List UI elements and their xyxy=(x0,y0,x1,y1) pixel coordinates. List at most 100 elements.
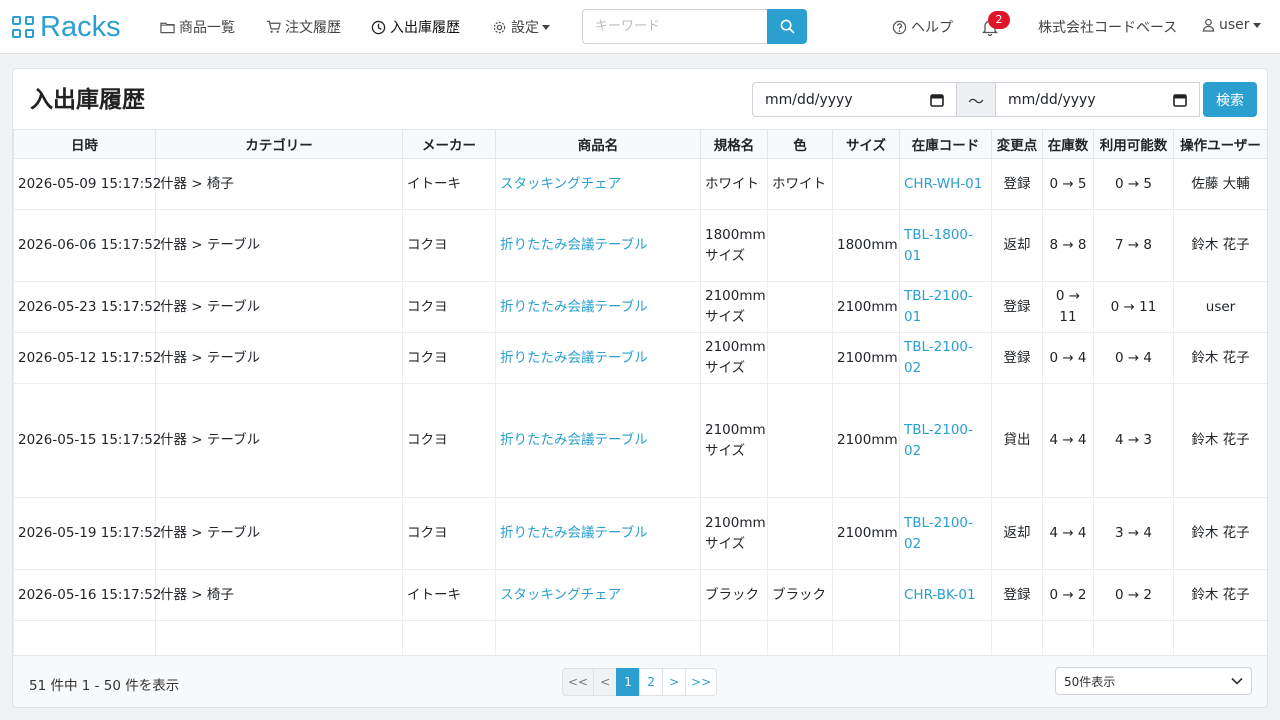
header-stock[interactable]: 在庫数 xyxy=(1042,129,1094,159)
product-link[interactable]: スタッキングチェア xyxy=(495,158,701,210)
stock-code-link[interactable]: TBL-2100-02 xyxy=(899,497,992,570)
header-datetime[interactable]: 日時 xyxy=(13,129,156,159)
cell-maker: コクヨ xyxy=(402,497,496,570)
page-last-button[interactable]: >> xyxy=(685,668,718,696)
history-table: 日時 カテゴリー メーカー 商品名 規格名 色 サイズ 在庫コード 変更点 在庫… xyxy=(13,129,1267,655)
calendar-icon[interactable] xyxy=(930,93,944,107)
history-card: 入出庫履歴 mm/dd/yyyy 〜 mm/dd/yyyy 検索 日時 カテゴリ… xyxy=(12,68,1268,708)
page-first-button[interactable]: << xyxy=(562,668,595,696)
clock-icon xyxy=(371,20,386,34)
table-row: 2026-05-16 15:17:52 什器 > 椅子 イトーキ スタッキングチ… xyxy=(13,569,1267,621)
stock-code-link[interactable]: CHR-BK-01 xyxy=(899,569,992,621)
company-name-label: 株式会社コードベース xyxy=(1038,20,1178,36)
cell-user: 鈴木 花子 xyxy=(1173,209,1267,282)
cell-spec: 2100mm サイズ xyxy=(700,281,768,333)
nav-products-label: 商品一覧 xyxy=(179,20,235,36)
date-range-separator: 〜 xyxy=(957,82,995,117)
nav-settings-dropdown[interactable]: 設定 xyxy=(492,17,550,37)
header-color[interactable]: 色 xyxy=(767,129,833,159)
cell-datetime: 2026-05-23 15:17:52 xyxy=(13,281,161,333)
history-table-wrap[interactable]: 日時 カテゴリー メーカー 商品名 規格名 色 サイズ 在庫コード 変更点 在庫… xyxy=(13,129,1267,655)
page-2-button[interactable]: 2 xyxy=(639,668,664,696)
stock-code-link[interactable]: TBL-2100-01 xyxy=(899,281,992,333)
page-1-button[interactable]: 1 xyxy=(616,668,641,696)
search-button[interactable] xyxy=(767,9,807,44)
table-footer: 51 件中 1 - 50 件を表示 << < 1 2 > >> 50件表示 xyxy=(13,655,1267,707)
cell-datetime: 2026-05-09 15:17:52 xyxy=(13,158,161,210)
header-maker[interactable]: メーカー xyxy=(402,129,496,159)
calendar-icon[interactable] xyxy=(1173,93,1187,107)
search-group xyxy=(582,9,807,44)
cell-maker: コクヨ xyxy=(402,209,496,282)
product-link[interactable]: スタッキングチェア xyxy=(495,569,701,621)
cell-empty xyxy=(767,620,833,655)
cell-user: 鈴木 花子 xyxy=(1173,497,1267,570)
product-link[interactable]: 折りたたみ会議テーブル xyxy=(495,332,701,384)
cell-category: 什器 > テーブル xyxy=(155,209,403,282)
search-input[interactable] xyxy=(582,9,767,44)
cell-size: 1800mm xyxy=(832,209,900,282)
cell-available: 3 → 4 xyxy=(1093,497,1174,570)
header-spec[interactable]: 規格名 xyxy=(700,129,768,159)
table-row xyxy=(13,620,1267,655)
cart-icon xyxy=(266,20,281,33)
cell-available: 0 → 11 xyxy=(1093,281,1174,333)
filter-search-button[interactable]: 検索 xyxy=(1203,82,1257,117)
nav-products[interactable]: 商品一覧 xyxy=(160,17,235,37)
user-menu-dropdown[interactable]: user xyxy=(1202,17,1261,33)
header-stock-code[interactable]: 在庫コード xyxy=(899,129,992,159)
cell-stock: 0 → 4 xyxy=(1042,332,1094,384)
cell-color xyxy=(767,383,833,498)
product-link[interactable]: 折りたたみ会議テーブル xyxy=(495,497,701,570)
product-link[interactable]: 折りたたみ会議テーブル xyxy=(495,209,701,282)
cell-empty xyxy=(155,620,403,655)
cell-stock: 8 → 8 xyxy=(1042,209,1094,282)
product-link[interactable]: 折りたたみ会議テーブル xyxy=(495,383,701,498)
search-icon xyxy=(780,19,795,34)
cell-datetime: 2026-05-15 15:17:52 xyxy=(13,383,161,498)
pagination: << < 1 2 > >> xyxy=(562,668,718,696)
cell-stock: 0 → 11 xyxy=(1042,281,1094,333)
cell-size: 2100mm xyxy=(832,383,900,498)
stock-code-link[interactable]: CHR-WH-01 xyxy=(899,158,992,210)
stock-code-link[interactable]: TBL-2100-02 xyxy=(899,332,992,384)
cell-category: 什器 > テーブル xyxy=(155,332,403,384)
nav-orders-label: 注文履歴 xyxy=(285,20,341,36)
nav-inout-history[interactable]: 入出庫履歴 xyxy=(371,17,460,37)
cell-spec: 1800mm サイズ xyxy=(700,209,768,282)
table-row: 2026-06-06 15:17:52 什器 > テーブル コクヨ 折りたたみ会… xyxy=(13,209,1267,282)
table-row: 2026-05-23 15:17:52 什器 > テーブル コクヨ 折りたたみ会… xyxy=(13,281,1267,333)
cell-available: 4 → 3 xyxy=(1093,383,1174,498)
page-next-button[interactable]: > xyxy=(662,668,687,696)
cell-empty xyxy=(402,620,496,655)
header-available[interactable]: 利用可能数 xyxy=(1093,129,1174,159)
brand-logo-link[interactable]: Racks xyxy=(12,10,121,44)
header-size[interactable]: サイズ xyxy=(832,129,900,159)
header-product[interactable]: 商品名 xyxy=(495,129,701,159)
per-page-select[interactable]: 50件表示 xyxy=(1055,667,1252,695)
brand-name: Racks xyxy=(40,11,121,43)
header-category[interactable]: カテゴリー xyxy=(155,129,403,159)
stock-code-link[interactable]: TBL-1800-01 xyxy=(899,209,992,282)
cell-empty xyxy=(991,620,1043,655)
date-from-input[interactable]: mm/dd/yyyy xyxy=(752,82,957,117)
cell-available: 0 → 4 xyxy=(1093,332,1174,384)
nav-help[interactable]: ヘルプ xyxy=(892,17,953,37)
nav-orders[interactable]: 注文履歴 xyxy=(266,17,341,37)
nav-inout-label: 入出庫履歴 xyxy=(390,20,460,36)
date-to-input[interactable]: mm/dd/yyyy xyxy=(995,82,1200,117)
cell-datetime: 2026-05-19 15:17:52 xyxy=(13,497,161,570)
cell-spec: 2100mm サイズ xyxy=(700,383,768,498)
cell-empty xyxy=(495,620,701,655)
cell-stock: 4 → 4 xyxy=(1042,497,1094,570)
header-user[interactable]: 操作ユーザー xyxy=(1173,129,1267,159)
stock-code-link[interactable]: TBL-2100-02 xyxy=(899,383,992,498)
page-prev-button[interactable]: < xyxy=(593,668,618,696)
cell-change: 登録 xyxy=(991,569,1043,621)
cell-empty xyxy=(1093,620,1174,655)
navbar: Racks 商品一覧 注文履歴 入出庫履歴 設定 ヘルプ 2 株式会社コードベー… xyxy=(0,0,1280,54)
header-change[interactable]: 変更点 xyxy=(991,129,1043,159)
product-link[interactable]: 折りたたみ会議テーブル xyxy=(495,281,701,333)
cell-size: 2100mm xyxy=(832,497,900,570)
question-circle-icon xyxy=(892,20,907,34)
